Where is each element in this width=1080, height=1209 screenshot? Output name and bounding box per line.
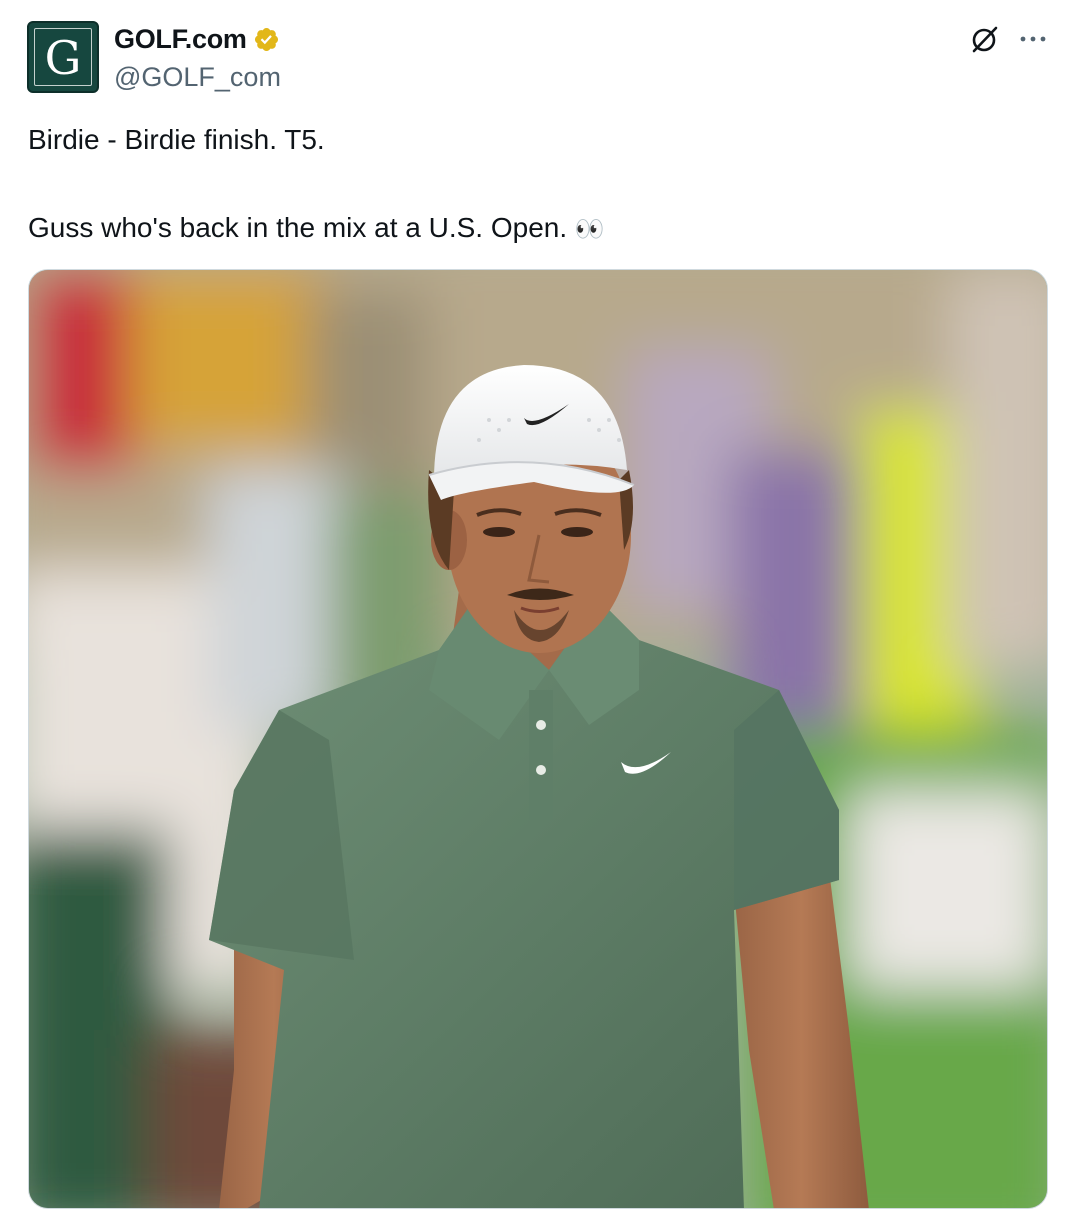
- author-display-name[interactable]: GOLF.com: [114, 24, 247, 55]
- verified-badge-icon[interactable]: [253, 26, 280, 53]
- tweet-photo[interactable]: [28, 269, 1048, 1209]
- author-avatar[interactable]: G: [27, 21, 99, 93]
- tweet-card[interactable]: G GOLF.com @GOLF_com Birdie - Birdie fin…: [0, 0, 1080, 1209]
- author-handle[interactable]: @GOLF_com: [114, 62, 281, 93]
- more-icon[interactable]: [1018, 24, 1048, 54]
- golfer-photo-illustration: [29, 270, 1047, 1208]
- tweet-text: Birdie - Birdie finish. T5. Guss who's b…: [28, 118, 1028, 251]
- tweet-text-line-2: Guss who's back in the mix at a U.S. Ope…: [28, 206, 1028, 251]
- grok-icon[interactable]: [968, 22, 1002, 56]
- author-info: GOLF.com @GOLF_com: [114, 22, 281, 93]
- avatar-frame: G: [34, 28, 92, 86]
- avatar-letter: G: [44, 31, 82, 85]
- author-name-row: GOLF.com: [114, 22, 281, 56]
- tweet-text-line-1: Birdie - Birdie finish. T5.: [28, 124, 325, 155]
- eyes-emoji: 👀: [574, 215, 606, 243]
- tweet-actions-top: [968, 22, 1048, 56]
- tweet-text-line-2-text: Guss who's back in the mix at a U.S. Ope…: [28, 212, 568, 243]
